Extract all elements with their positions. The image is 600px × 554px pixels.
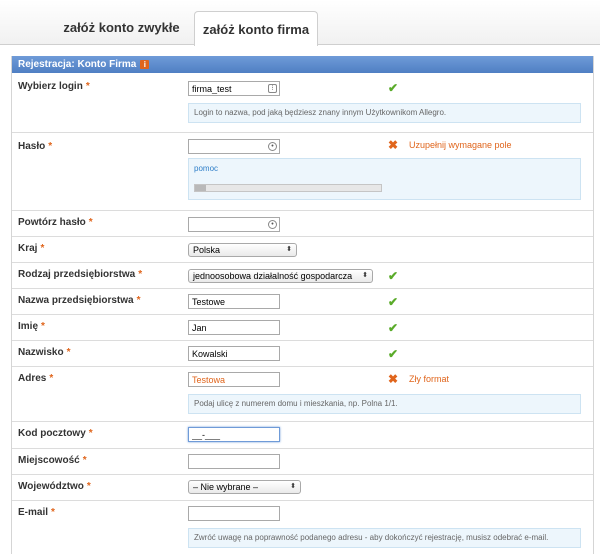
email-hint: Zwróć uwagę na poprawność podanego adres…: [188, 528, 581, 548]
company-name-label: Nazwa przedsiębiorstwa *: [18, 295, 141, 306]
postal-code-input[interactable]: [188, 427, 280, 442]
password-repeat-input[interactable]: [188, 217, 280, 232]
country-label: Kraj *: [18, 243, 45, 254]
password-repeat-visibility-icon[interactable]: •: [268, 220, 277, 229]
select-arrow-icon: ⬍: [286, 246, 292, 253]
country-select[interactable]: Polska ⬍: [188, 243, 297, 257]
address-input[interactable]: [188, 372, 280, 387]
row-last-name: Nazwisko* ✔: [12, 341, 593, 367]
password-repeat-label: Powtórz hasło *: [18, 217, 93, 228]
email-input[interactable]: [188, 506, 280, 521]
first-name-input[interactable]: [188, 320, 280, 335]
password-strength-fill: [195, 185, 207, 191]
form-title: Rejestracja: Konto Firma: [18, 59, 137, 70]
email-label: E-mail *: [18, 507, 55, 518]
check-icon: ✔: [388, 81, 399, 95]
help-link[interactable]: pomoc: [194, 164, 218, 173]
voivodeship-label: Województwo *: [18, 481, 91, 492]
row-login: Wybierz login* ⁝ ✔ Login to nazwa, pod j…: [12, 73, 593, 133]
password-help-box: pomoc: [188, 158, 581, 200]
first-name-label: Imię *: [18, 321, 45, 332]
city-label: Miejscowość *: [18, 455, 87, 466]
row-address: Adres* ✖ Zły format Podaj ulicę z numere…: [12, 367, 593, 422]
select-arrow-icon: ⬍: [290, 483, 296, 490]
row-voivodeship: Województwo * – Nie wybrane – ⬍: [12, 475, 593, 501]
row-postal-code: Kod pocztowy *: [12, 422, 593, 449]
password-visibility-icon[interactable]: •: [268, 142, 277, 151]
row-email: E-mail * Zwróć uwagę na poprawność podane…: [12, 501, 593, 554]
address-hint: Podaj ulicę z numerem domu i mieszkania,…: [188, 394, 581, 414]
info-icon[interactable]: i: [140, 60, 150, 69]
row-business-type: Rodzaj przedsiębiorstwa * jednoosobowa dz…: [12, 263, 593, 289]
check-icon: ✔: [388, 321, 399, 335]
last-name-input[interactable]: [188, 346, 280, 361]
address-label: Adres *: [18, 373, 54, 384]
check-icon: ✔: [388, 347, 399, 361]
form-header: Rejestracja: Konto Firma i: [12, 56, 593, 73]
last-name-label: Nazwisko *: [18, 347, 71, 358]
postal-code-label: Kod pocztowy *: [18, 428, 93, 439]
password-error: Uzupełnij wymagane pole: [409, 140, 512, 150]
business-type-label: Rodzaj przedsiębiorstwa *: [18, 269, 143, 280]
tab-bar: załóż konto zwykłe załóż konto firma: [0, 0, 600, 46]
row-company-name: Nazwa przedsiębiorstwa* ✔: [12, 289, 593, 315]
login-label: Wybierz login *: [18, 81, 90, 92]
voivodeship-select[interactable]: – Nie wybrane – ⬍: [188, 480, 301, 494]
login-input[interactable]: [188, 81, 280, 96]
password-input[interactable]: [188, 139, 280, 154]
registration-form: Rejestracja: Konto Firma i Wybierz login…: [11, 56, 594, 554]
tab-company-account[interactable]: załóż konto firma: [194, 11, 318, 46]
company-name-input[interactable]: [188, 294, 280, 309]
business-type-select[interactable]: jednoosobowa działalność gospodarcza ⬍: [188, 269, 373, 283]
row-country: Kraj * Polska ⬍: [12, 237, 593, 263]
check-icon: ✔: [388, 269, 399, 283]
row-password: Hasło * • ✖ Uzupełnij wymagane pole pomoc: [12, 133, 593, 211]
password-label: Hasło *: [18, 141, 53, 152]
row-city: Miejscowość *: [12, 449, 593, 475]
keyboard-icon[interactable]: ⁝: [268, 84, 277, 93]
tab-regular-account[interactable]: załóż konto zwykłe: [54, 10, 189, 45]
city-input[interactable]: [188, 454, 280, 469]
error-icon: ✖: [388, 372, 399, 386]
check-icon: ✔: [388, 295, 399, 309]
password-strength-bar: [194, 184, 382, 192]
row-first-name: Imię* ✔: [12, 315, 593, 341]
address-error: Zły format: [409, 374, 450, 384]
row-password-repeat: Powtórz hasło * •: [12, 211, 593, 237]
login-hint: Login to nazwa, pod jaką będziesz znany …: [188, 103, 581, 123]
select-arrow-icon: ⬍: [362, 272, 368, 279]
error-icon: ✖: [388, 138, 399, 152]
